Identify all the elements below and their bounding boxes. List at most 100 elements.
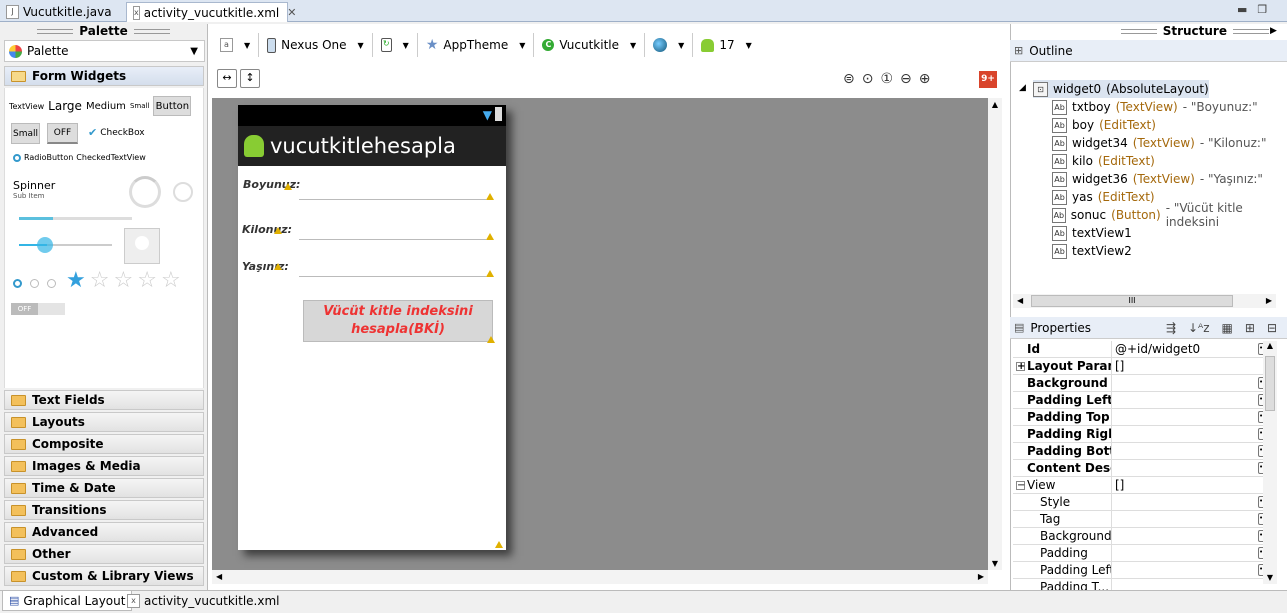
seekbar[interactable] — [19, 244, 112, 246]
widget-spinner[interactable]: Spinner Sub Item — [13, 179, 55, 200]
outline-node[interactable]: Ab textView1 — [1052, 224, 1142, 242]
progress-small-icon[interactable] — [173, 182, 193, 202]
outline-root-node[interactable]: ⊡ widget0 (AbsoluteLayout) — [1033, 80, 1209, 98]
device-dropdown[interactable]: Nexus One ▼ — [259, 33, 373, 57]
outline-node[interactable]: Ab kilo (EditText) — [1052, 152, 1160, 170]
widget-switch[interactable]: OFF — [11, 303, 65, 315]
property-row[interactable]: Padding Top••• — [1013, 409, 1276, 426]
tab-activity-xml[interactable]: x activity_vucutkitle.xml ✕ — [126, 2, 296, 22]
category-images-media[interactable]: Images & Media — [4, 456, 204, 476]
property-row[interactable]: Style ••• — [1013, 494, 1276, 511]
property-value[interactable]: ••• — [1112, 443, 1276, 459]
zoom-emulate-icon[interactable]: ⊜ — [843, 71, 855, 87]
property-value[interactable]: [] — [1112, 477, 1276, 493]
tab-xml-source[interactable]: x activity_vucutkitle.xml — [121, 591, 286, 611]
property-value[interactable]: ••• — [1112, 545, 1276, 561]
filter-icon[interactable]: ▦ — [1222, 321, 1233, 335]
outline-node[interactable]: Ab sonuc (Button) - "Vücüt kitle indeksini — [1052, 201, 1287, 229]
category-custom-library-views[interactable]: Custom & Library Views — [4, 566, 204, 586]
zoom-in-icon[interactable]: ⊕ — [919, 71, 931, 87]
activity-dropdown[interactable]: C Vucutkitle ▼ — [534, 33, 646, 57]
edittext-kilo[interactable] — [299, 239, 486, 240]
outline-node[interactable]: Ab widget34 (TextView) - "Kilonuz:" — [1052, 134, 1266, 152]
category-other[interactable]: Other — [4, 544, 204, 564]
property-row[interactable]: Background••• — [1013, 528, 1276, 545]
widget-radio-row[interactable]: RadioButton CheckedTextView — [13, 153, 146, 162]
seekbar-thumb-icon[interactable] — [37, 237, 53, 253]
property-value[interactable]: [] — [1112, 358, 1276, 374]
outline-node[interactable]: Ab widget36 (TextView) - "Yaşınız:" — [1052, 170, 1263, 188]
property-value[interactable]: ••• — [1112, 511, 1276, 527]
property-value[interactable]: ••• — [1112, 409, 1276, 425]
outline-node[interactable]: Ab txtboy (TextView) - "Boyunuz:" — [1052, 98, 1258, 116]
radio-group-row[interactable] — [13, 279, 56, 288]
property-row[interactable]: Padding Left••• — [1013, 562, 1276, 579]
lint-warnings-badge[interactable]: 9+ — [979, 71, 997, 88]
sort-alpha-icon[interactable]: ↓ᴬz — [1188, 321, 1210, 335]
api-dropdown[interactable]: 17 ▼ — [693, 33, 759, 57]
property-row[interactable]: Padding Left••• — [1013, 392, 1276, 409]
category-transitions[interactable]: Transitions — [4, 500, 204, 520]
widget-button[interactable]: Button — [153, 96, 192, 116]
property-row[interactable]: Padding Right••• — [1013, 426, 1276, 443]
category-form-widgets[interactable]: Form Widgets — [4, 66, 204, 86]
show-advanced-icon[interactable]: ⇶ — [1166, 321, 1176, 335]
property-value[interactable]: ••• — [1112, 426, 1276, 442]
property-row[interactable]: − View[] — [1013, 477, 1276, 494]
property-value[interactable]: @+id/widget0••• — [1112, 341, 1276, 357]
locale-dropdown[interactable]: ▼ — [645, 33, 694, 57]
config-dropdown[interactable]: a ▼ — [212, 33, 260, 57]
tab-graphical-layout[interactable]: ▤ Graphical Layout — [2, 591, 133, 611]
collapse-icon[interactable]: − — [1016, 480, 1025, 490]
close-icon[interactable]: ✕ — [287, 6, 296, 19]
fit-height-icon[interactable]: ↕ — [240, 69, 260, 88]
chevron-down-icon[interactable]: ▼ — [190, 46, 198, 57]
orientation-dropdown[interactable]: ↻ ▼ — [373, 33, 418, 57]
zoom-out-icon[interactable]: ⊖ — [900, 71, 912, 87]
theme-dropdown[interactable]: ★ AppTheme ▼ — [418, 33, 535, 57]
property-row[interactable]: Id @+id/widget0••• — [1013, 341, 1276, 358]
tree-collapse-icon[interactable]: ◢ — [1019, 83, 1026, 93]
widget-small-button[interactable]: Small — [11, 123, 40, 144]
canvas-horizontal-scrollbar[interactable]: ◀ ▶ — [212, 570, 988, 584]
widget-toggle-button[interactable]: OFF — [47, 123, 78, 144]
outline-node[interactable]: Ab boy (EditText) — [1052, 116, 1161, 134]
outline-node[interactable]: Ab textView2 — [1052, 242, 1142, 260]
property-row[interactable]: +Layout Param...[] — [1013, 358, 1276, 375]
edittext-yas[interactable] — [299, 276, 486, 277]
category-layouts[interactable]: Layouts — [4, 412, 204, 432]
tab-vucutkitle-java[interactable]: J Vucutkitle.java — [0, 2, 118, 22]
properties-vertical-scrollbar[interactable]: ▲ ▼ — [1263, 341, 1277, 584]
zoom-fit-icon[interactable]: ⊙ — [862, 71, 874, 87]
property-row[interactable]: Tag ••• — [1013, 511, 1276, 528]
property-value[interactable]: ••• — [1112, 528, 1276, 544]
progress-large-icon[interactable] — [129, 176, 161, 208]
category-advanced[interactable]: Advanced — [4, 522, 204, 542]
canvas-vertical-scrollbar[interactable]: ▲ ▼ — [988, 98, 1002, 570]
category-time-date[interactable]: Time & Date — [4, 478, 204, 498]
chevron-right-icon[interactable]: ▶ — [1270, 26, 1277, 36]
property-row[interactable]: Background••• — [1013, 375, 1276, 392]
property-value[interactable]: ••• — [1112, 375, 1276, 391]
widget-checkbox[interactable]: ✔ CheckBox — [88, 126, 145, 139]
property-row[interactable]: Content Desc...••• — [1013, 460, 1276, 477]
expand-all-icon[interactable]: ⊞ — [1245, 321, 1255, 335]
widget-medium-text[interactable]: Medium — [86, 101, 126, 112]
property-value[interactable]: ••• — [1112, 562, 1276, 578]
property-row[interactable]: Padding ••• — [1013, 545, 1276, 562]
widget-small-text[interactable]: Small — [130, 102, 149, 110]
outline-horizontal-scrollbar[interactable]: ◀ III ▶ — [1013, 294, 1276, 308]
zoom-actual-icon[interactable]: ① — [880, 71, 893, 87]
category-text-fields[interactable]: Text Fields — [4, 390, 204, 410]
scroll-thumb[interactable]: III — [1031, 295, 1233, 307]
property-value[interactable]: ••• — [1112, 494, 1276, 510]
quick-contact-badge-icon[interactable] — [124, 228, 160, 264]
property-value[interactable]: ••• — [1112, 460, 1276, 476]
outline-node[interactable]: Ab yas (EditText) — [1052, 188, 1160, 206]
edittext-boy[interactable] — [299, 199, 486, 200]
rating-bar[interactable]: ★ ☆ ☆ ☆ ☆ — [66, 268, 181, 293]
progress-horizontal[interactable] — [19, 217, 132, 220]
fit-width-icon[interactable]: ↔ — [217, 69, 237, 88]
widget-large-text[interactable]: Large — [48, 99, 82, 113]
window-controls[interactable]: ▬❐ — [1237, 3, 1277, 16]
